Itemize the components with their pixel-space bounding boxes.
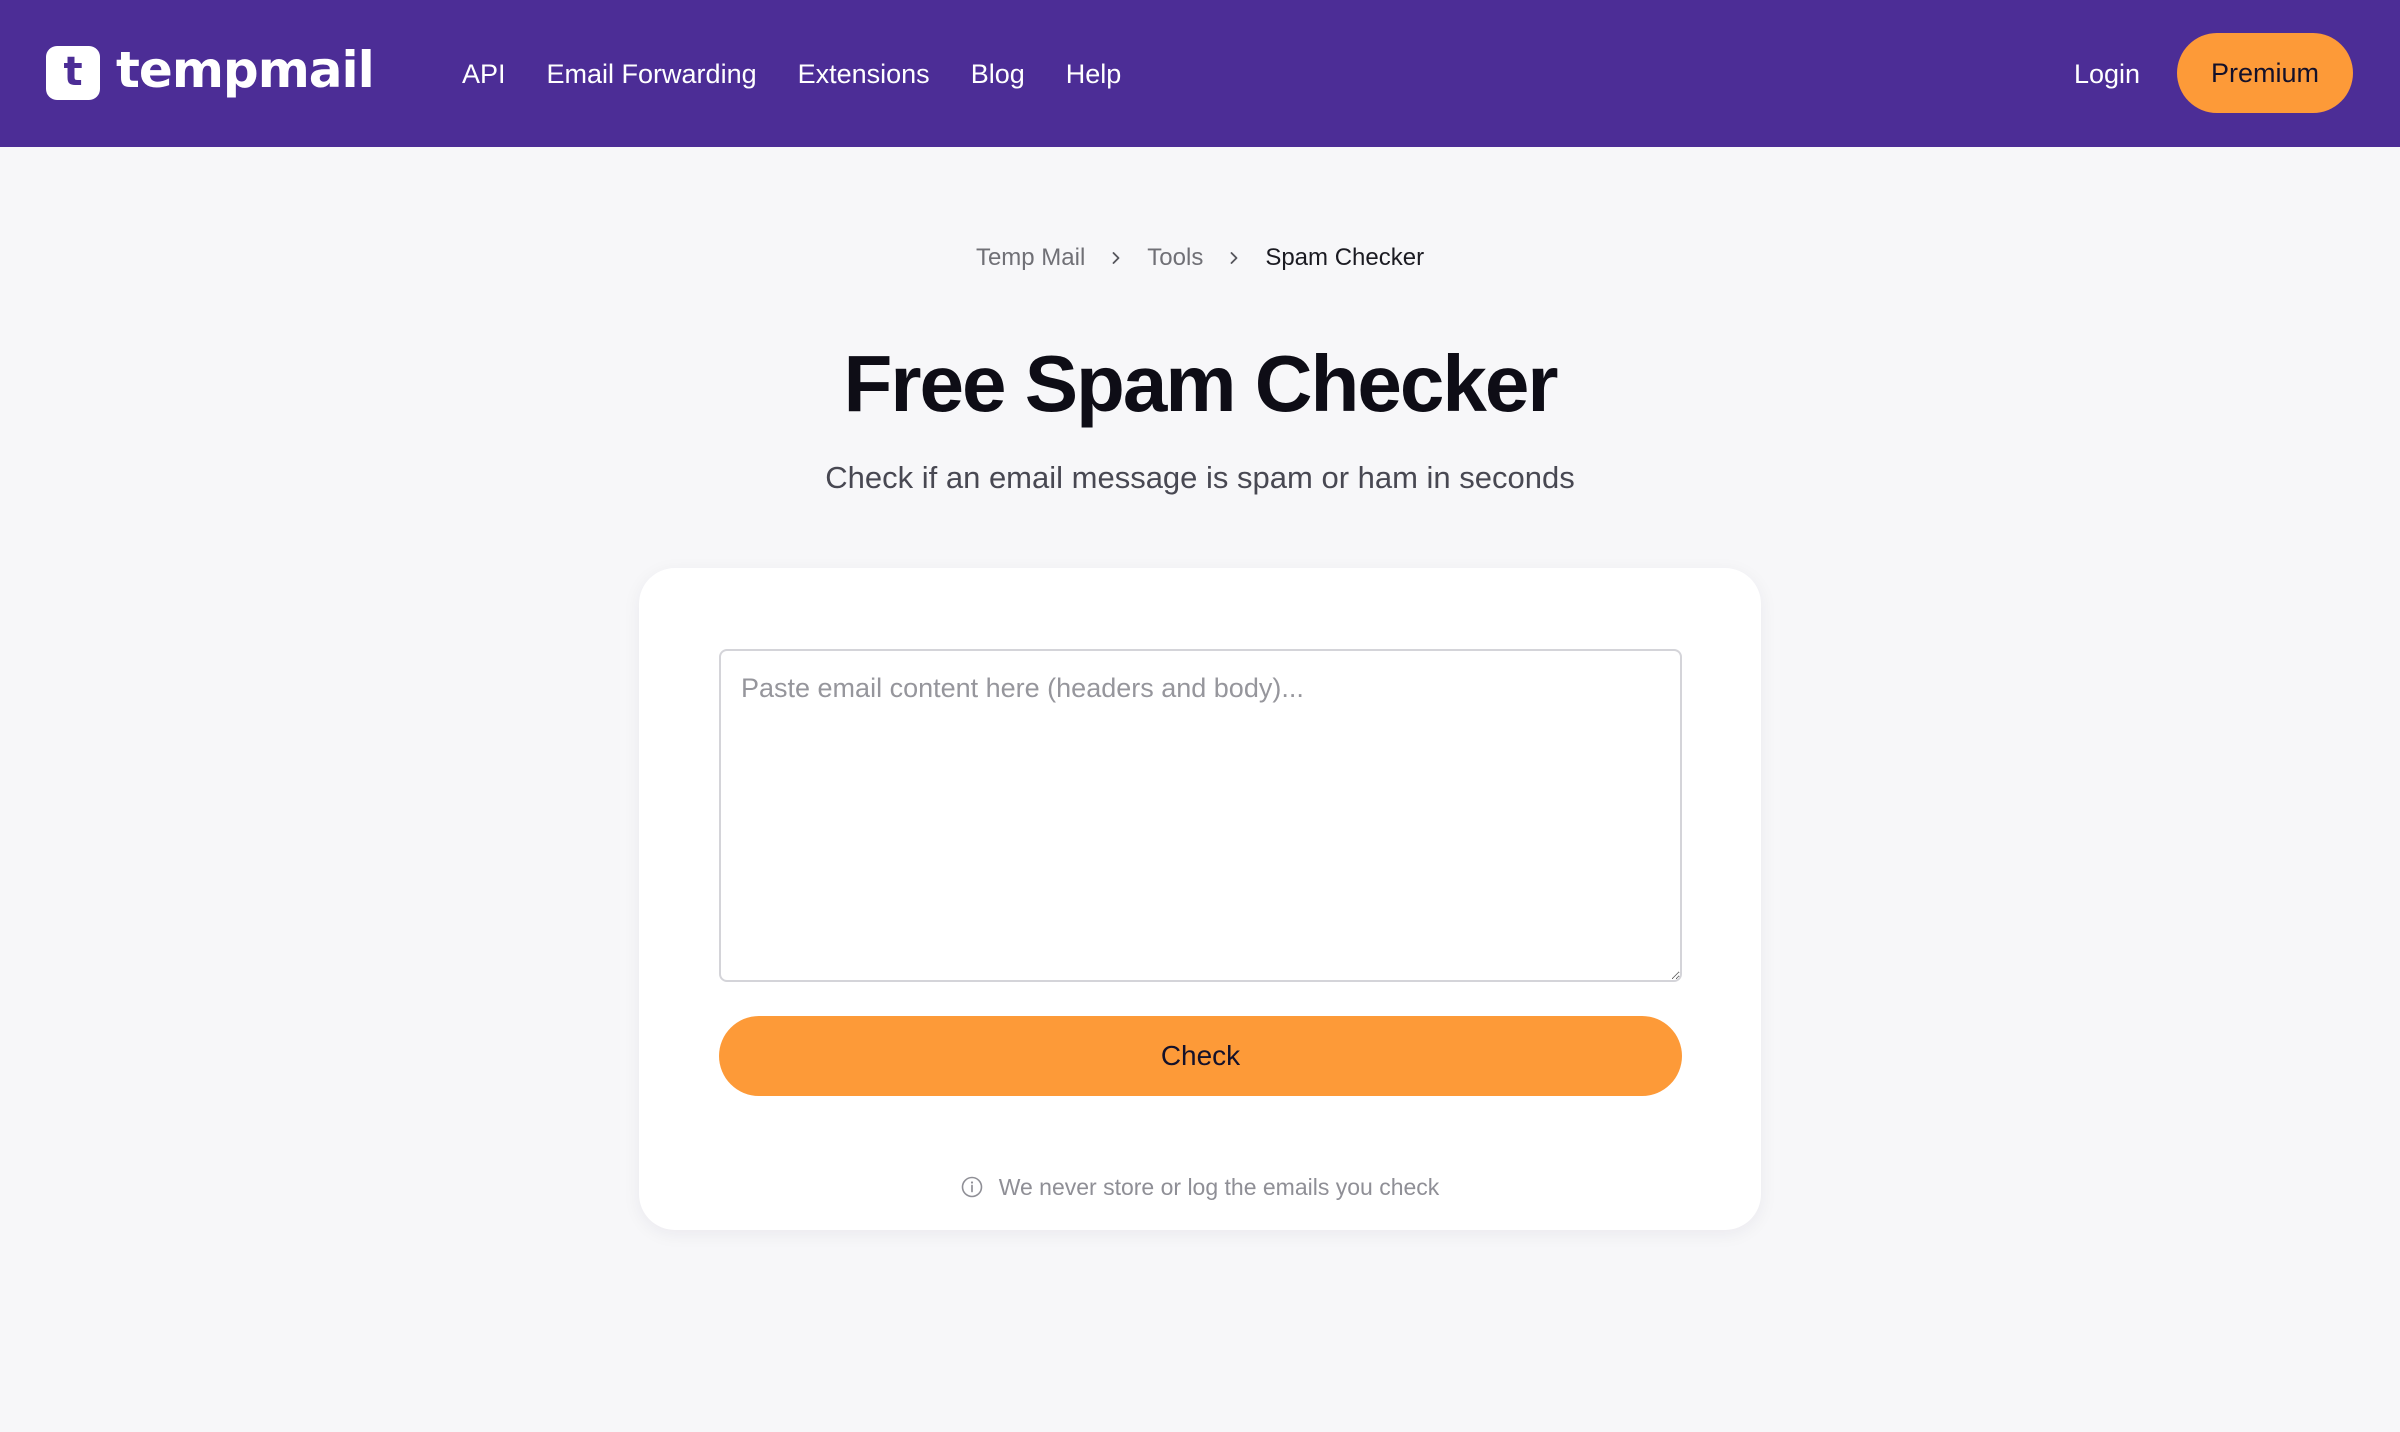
nav-link-help[interactable]: Help — [1066, 59, 1122, 90]
breadcrumb-tools[interactable]: Tools — [1147, 244, 1203, 272]
chevron-right-icon — [1112, 252, 1120, 264]
spam-checker-card: Check — [639, 568, 1761, 1230]
privacy-note: We never store or log the emails you che… — [0, 1155, 2400, 1219]
breadcrumb-current-page: Spam Checker — [1265, 244, 1425, 271]
email-content-textarea[interactable] — [719, 649, 1682, 982]
info-icon — [961, 1176, 982, 1198]
login-link[interactable]: Login — [2074, 52, 2140, 96]
nav-link-email-forwarding[interactable]: Email Forwarding — [547, 59, 757, 90]
logo-badge-icon: t — [46, 46, 100, 100]
privacy-note-text: We never store or log the emails you che… — [998, 1173, 1440, 1200]
site-header: t tempmail API Email Forwarding Extensio… — [0, 0, 2400, 147]
chevron-right-icon — [1230, 252, 1238, 264]
breadcrumb: Temp Mail Tools Spam Checker — [0, 240, 2400, 276]
nav-link-api[interactable]: API — [462, 59, 506, 90]
nav-link-blog[interactable]: Blog — [971, 59, 1025, 90]
logo-wordmark: tempmail — [116, 41, 375, 99]
nav-link-extensions[interactable]: Extensions — [798, 59, 930, 90]
breadcrumb-temp-mail[interactable]: Temp Mail — [976, 244, 1085, 272]
premium-button[interactable]: Premium — [2177, 33, 2353, 113]
tempmail-logo[interactable]: t tempmail — [46, 41, 375, 102]
page-title: Free Spam Checker — [843, 339, 1558, 428]
main-nav: API Email Forwarding Extensions Blog Hel… — [462, 52, 1162, 96]
page-subtitle: Check if an email message is spam or ham… — [825, 460, 1575, 495]
check-button[interactable]: Check — [719, 1016, 1682, 1096]
